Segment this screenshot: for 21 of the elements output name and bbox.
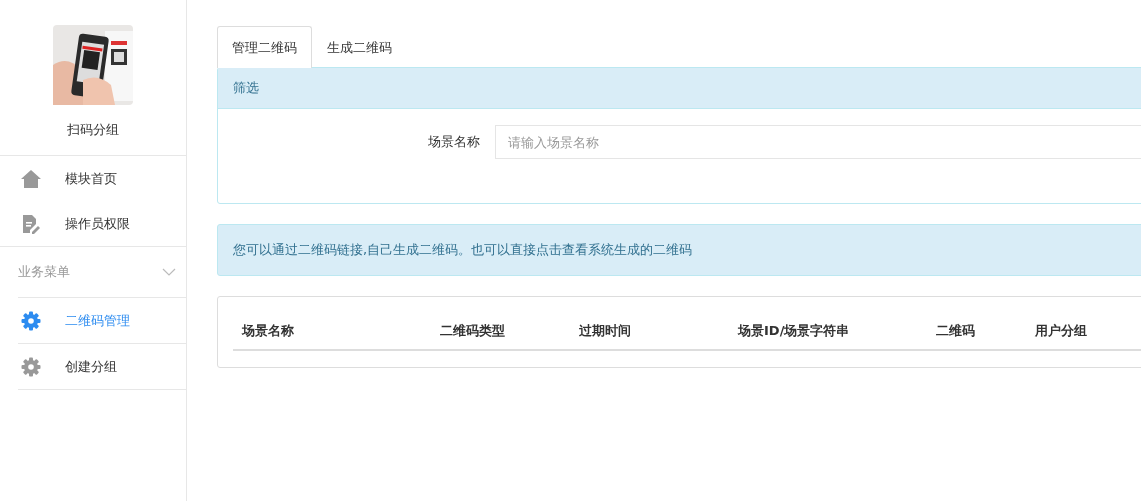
column-header: 二维码类型 [439, 322, 506, 340]
gear-icon [20, 310, 42, 331]
tab[interactable]: 生成二维码 [312, 26, 407, 68]
column-header: 二维码 [935, 322, 976, 340]
column-header: 场景ID/场景字符串 [736, 322, 851, 340]
column-header: 场景名称 [240, 322, 295, 340]
sidebar-item[interactable]: 二维码管理 [18, 297, 186, 343]
column-header: 过期时间 [578, 322, 632, 340]
sidebar-item[interactable]: 模块首页 [0, 156, 186, 201]
profile-name: 扫码分组 [67, 121, 119, 139]
column-header: 用户分组 [1034, 322, 1088, 340]
info-notice: 您可以通过二维码链接,自己生成二维码。也可以直接点击查看系统生成的二维码 [217, 224, 1141, 276]
panel-title: 筛选 [218, 68, 1141, 109]
gear-icon [20, 356, 42, 377]
document-edit-icon [20, 213, 42, 234]
tab[interactable]: 管理二维码 [217, 26, 312, 68]
sidebar-item[interactable]: 操作员权限 [0, 201, 186, 246]
sidebar-item[interactable]: 创建分组 [18, 343, 186, 390]
home-icon [20, 168, 42, 189]
input-field[interactable]: 请输入场景名称 [495, 125, 1141, 159]
field-label: 场景名称 [428, 133, 480, 151]
